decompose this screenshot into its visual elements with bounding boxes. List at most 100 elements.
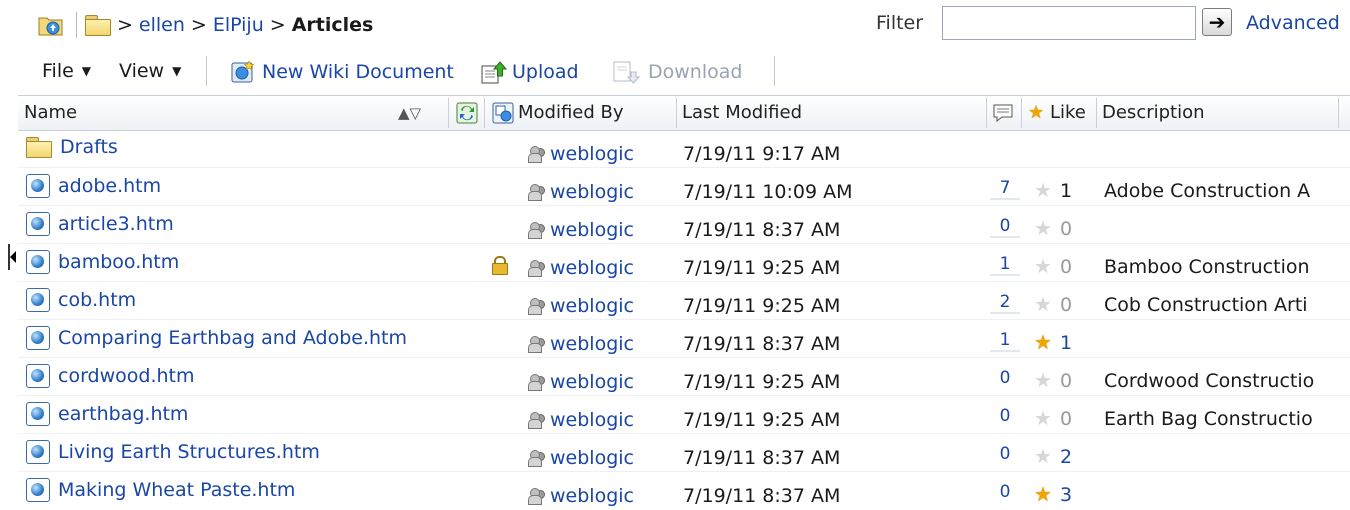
like-star-icon: ★ (1028, 102, 1045, 123)
breadcrumb-ellen[interactable]: ellen (139, 14, 185, 36)
row-name-link[interactable]: Drafts (60, 136, 118, 158)
row-name-link[interactable]: article3.htm (58, 213, 174, 235)
column-divider (448, 98, 449, 128)
last-modified: 7/19/11 8:37 AM (683, 219, 841, 241)
row-name-link[interactable]: Making Wheat Paste.htm (58, 479, 295, 501)
row-name-link[interactable]: bamboo.htm (58, 251, 179, 273)
arrow-right-icon: ➔ (1208, 10, 1226, 34)
modified-by-link[interactable]: weblogic (550, 181, 634, 203)
table-row[interactable]: bamboo.htm weblogic 7/19/11 9:25 AM 1 ★ … (18, 244, 1350, 282)
file-menu[interactable]: File ▼ (42, 60, 91, 82)
comment-count-link[interactable]: 1 (990, 254, 1020, 276)
modified-by-link[interactable]: weblogic (550, 257, 634, 279)
modified-by-link[interactable]: weblogic (550, 485, 634, 507)
view-menu[interactable]: View ▼ (119, 60, 181, 82)
star-icon[interactable]: ★ (1034, 444, 1052, 468)
modified-by[interactable]: weblogic (528, 333, 634, 355)
row-name-link[interactable]: earthbag.htm (58, 403, 188, 425)
last-modified: 7/19/11 8:37 AM (683, 333, 841, 355)
table-row[interactable]: Living Earth Structures.htm weblogic 7/1… (18, 434, 1350, 472)
table-row[interactable]: cordwood.htm weblogic 7/19/11 9:25 AM 0 … (18, 358, 1350, 396)
star-icon[interactable]: ★ (1034, 178, 1052, 202)
last-modified: 7/19/11 9:25 AM (683, 257, 841, 279)
star-icon[interactable]: ★ (1034, 368, 1052, 392)
filter-input[interactable] (942, 6, 1196, 40)
comment-count-link[interactable]: 1 (990, 330, 1020, 352)
modified-by-link[interactable]: weblogic (550, 333, 634, 355)
table-row[interactable]: article3.htm weblogic 7/19/11 8:37 AM 0 … (18, 206, 1350, 244)
column-header-name[interactable]: Name (24, 96, 77, 130)
upload-button[interactable]: Upload (480, 60, 579, 84)
like-count: 2 (1060, 446, 1073, 468)
comment-count-link[interactable]: 0 (990, 482, 1020, 502)
like-count: 0 (1060, 218, 1073, 240)
table-row[interactable]: Drafts weblogic 7/19/11 9:17 AM (18, 130, 1350, 168)
column-header-description[interactable]: Description (1102, 96, 1205, 130)
comment-count-link[interactable]: 2 (990, 292, 1020, 314)
modified-by[interactable]: weblogic (528, 485, 634, 507)
column-divider (676, 98, 677, 128)
modified-by-link[interactable]: weblogic (550, 295, 634, 317)
user-icon (528, 298, 546, 315)
last-modified: 7/19/11 9:17 AM (683, 143, 841, 165)
web-page-icon (26, 326, 50, 350)
modified-by[interactable]: weblogic (528, 219, 634, 241)
collapse-panel-handle[interactable] (8, 244, 18, 270)
web-page-icon (26, 364, 50, 388)
description: Earth Bag Constructio (1104, 408, 1313, 430)
breadcrumb-elpiju[interactable]: ElPiju (213, 14, 264, 36)
filter-label: Filter (876, 12, 924, 34)
column-divider (1021, 98, 1022, 128)
like-count: 0 (1060, 294, 1073, 316)
sort-toggle-icon[interactable]: ▲▽ (398, 104, 421, 122)
comment-count-link[interactable]: 0 (990, 368, 1020, 388)
modified-by[interactable]: weblogic (528, 371, 634, 393)
modified-by-link[interactable]: weblogic (550, 447, 634, 469)
breadcrumb-current: Articles (291, 14, 374, 36)
modified-by[interactable]: weblogic (528, 257, 634, 279)
star-icon[interactable]: ★ (1034, 254, 1052, 278)
download-icon (613, 61, 640, 84)
table-row[interactable]: earthbag.htm weblogic 7/19/11 9:25 AM 0 … (18, 396, 1350, 434)
column-header-like[interactable]: Like (1050, 96, 1086, 130)
star-icon[interactable]: ★ (1034, 330, 1052, 354)
comment-count-link[interactable]: 7 (990, 178, 1020, 200)
modified-by[interactable]: weblogic (528, 447, 634, 469)
modified-by[interactable]: weblogic (528, 295, 634, 317)
web-page-icon (26, 402, 50, 426)
chevron-down-icon: ▼ (81, 64, 92, 78)
description: Bamboo Construction (1104, 256, 1310, 278)
table-row[interactable]: Making Wheat Paste.htm weblogic 7/19/11 … (18, 472, 1350, 510)
last-modified: 7/19/11 8:37 AM (683, 485, 841, 507)
table-row[interactable]: adobe.htm weblogic 7/19/11 10:09 AM 7 ★ … (18, 168, 1350, 206)
row-name-link[interactable]: cob.htm (58, 289, 136, 311)
star-icon[interactable]: ★ (1034, 216, 1052, 240)
modified-by[interactable]: weblogic (528, 143, 634, 165)
comment-count-link[interactable]: 0 (990, 216, 1020, 238)
filter-go-button[interactable]: ➔ (1202, 8, 1232, 36)
download-button[interactable]: Download (612, 60, 742, 84)
star-icon[interactable]: ★ (1034, 292, 1052, 316)
new-wiki-document-button[interactable]: New Wiki Document (230, 60, 454, 84)
column-header-modified-by[interactable]: Modified By (518, 96, 624, 130)
modified-by-link[interactable]: weblogic (550, 409, 634, 431)
modified-by-link[interactable]: weblogic (550, 219, 634, 241)
top-bar: > ellen > ElPiju > Articles Filter ➔ Adv… (0, 0, 1350, 50)
table-row[interactable]: cob.htm weblogic 7/19/11 9:25 AM 2 ★ 0 C… (18, 282, 1350, 320)
star-icon[interactable]: ★ (1034, 482, 1052, 506)
row-name-link[interactable]: Living Earth Structures.htm (58, 441, 320, 463)
advanced-link[interactable]: Advanced (1246, 12, 1340, 34)
column-header-last-modified[interactable]: Last Modified (682, 96, 802, 130)
row-name-link[interactable]: adobe.htm (58, 175, 161, 197)
modified-by[interactable]: weblogic (528, 409, 634, 431)
star-icon[interactable]: ★ (1034, 406, 1052, 430)
folder-up-icon[interactable] (38, 13, 64, 37)
row-name-link[interactable]: cordwood.htm (58, 365, 195, 387)
row-name-link[interactable]: Comparing Earthbag and Adobe.htm (58, 327, 407, 349)
modified-by-link[interactable]: weblogic (550, 143, 634, 165)
comment-count-link[interactable]: 0 (990, 406, 1020, 426)
table-row[interactable]: Comparing Earthbag and Adobe.htm weblogi… (18, 320, 1350, 358)
comment-count-link[interactable]: 0 (990, 444, 1020, 464)
modified-by[interactable]: weblogic (528, 181, 634, 203)
modified-by-link[interactable]: weblogic (550, 371, 634, 393)
